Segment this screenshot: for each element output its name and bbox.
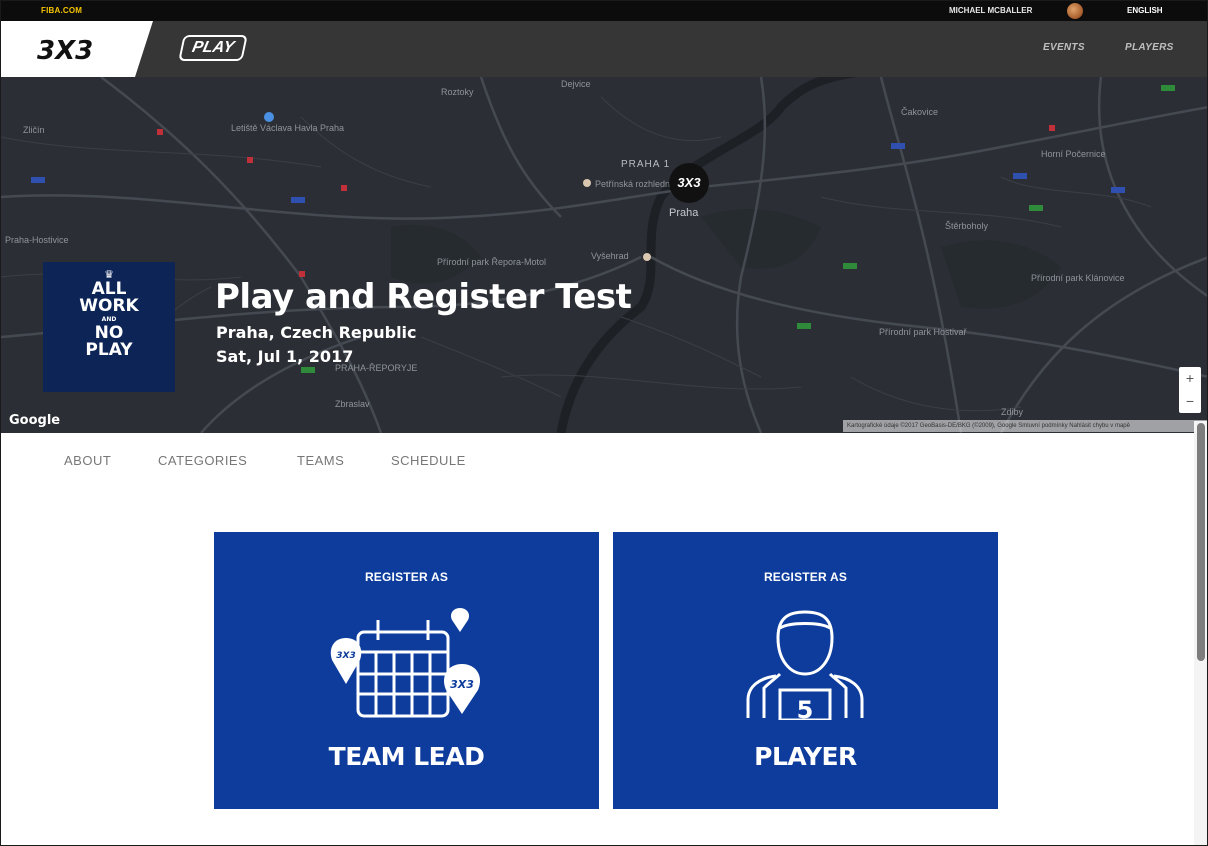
- event-map-marker[interactable]: 3X3: [669, 163, 709, 203]
- poster-line-2: WORK: [79, 296, 139, 316]
- main-navbar: 3X3 PLAY EVENTS PLAYERS: [1, 21, 1207, 77]
- map-label-park-motol: Přírodní park Řepora-Motol: [437, 257, 547, 267]
- user-name[interactable]: MICHAEL MCBALLER: [949, 6, 1032, 15]
- tab-categories[interactable]: CATEGORIES: [158, 453, 247, 468]
- tab-teams[interactable]: TEAMS: [297, 453, 344, 468]
- map-attribution[interactable]: Kartografické údaje ©2017 GeoBasis-DE/BK…: [843, 420, 1207, 432]
- nav-players[interactable]: PLAYERS: [1125, 42, 1174, 53]
- map-label-vysehrad: Vyšehrad: [591, 251, 629, 261]
- poster-line-5: PLAY: [85, 340, 133, 360]
- page: FIBA.COM MICHAEL MCBALLER ENGLISH Letišt…: [0, 0, 1208, 846]
- map-label-park-hostivar: Přírodní park Hostivař: [879, 327, 967, 337]
- scrollbar-thumb[interactable]: [1197, 423, 1205, 661]
- jersey-number: 5: [797, 696, 814, 720]
- play-logo[interactable]: PLAY: [178, 35, 248, 61]
- event-date: Sat, Jul 1, 2017: [216, 347, 354, 366]
- map-label-roztoky: Roztoky: [441, 87, 474, 97]
- player-jersey-icon: 5: [746, 610, 864, 720]
- map-label-praha: Praha: [669, 207, 699, 219]
- player-label: PLAYER: [754, 742, 857, 771]
- map-label-dejvice: Dejvice: [561, 79, 591, 89]
- map-label-zdiby: Zdiby: [1001, 407, 1024, 417]
- register-as-heading: REGISTER AS: [364, 570, 449, 584]
- register-team-lead-card[interactable]: REGISTER AS 3X3 3X3 TEAM LEAD: [214, 532, 599, 809]
- event-poster: ♛ ALL WORK AND NO PLAY: [43, 262, 175, 392]
- map-label-zbraslav: Zbraslav: [335, 399, 370, 409]
- team-calendar-icon: 3X3 3X3: [330, 608, 481, 718]
- page-scrollbar[interactable]: [1194, 421, 1207, 845]
- fiba-link[interactable]: FIBA.COM: [41, 6, 82, 15]
- event-map[interactable]: Letiště Václava Havla Praha Petřínská ro…: [1, 77, 1207, 433]
- top-utility-bar: FIBA.COM MICHAEL MCBALLER ENGLISH: [1, 1, 1207, 21]
- tab-schedule[interactable]: SCHEDULE: [391, 453, 466, 468]
- map-label-sterboholy: Štěrboholy: [945, 221, 989, 231]
- register-as-heading: REGISTER AS: [763, 570, 848, 584]
- map-label-park-klanovice: Přírodní park Klánovice: [1031, 273, 1125, 283]
- zoom-in-button[interactable]: +: [1179, 367, 1201, 390]
- team-lead-label: TEAM LEAD: [328, 742, 485, 771]
- 3x3-logo-text: 3X3: [37, 36, 93, 66]
- map-label-petrin: Petřínská rozhledna: [595, 179, 676, 189]
- language-selector[interactable]: ENGLISH: [1127, 6, 1163, 15]
- map-label-hostivice: Praha-Hostivice: [5, 235, 69, 245]
- svg-text:3X3: 3X3: [450, 678, 474, 691]
- event-tabs: ABOUT CATEGORIES TEAMS SCHEDULE: [1, 433, 1191, 489]
- google-logo: Google: [9, 413, 61, 428]
- svg-text:3X3: 3X3: [336, 651, 355, 661]
- map-label-cakovice: Čakovice: [901, 107, 939, 117]
- nav-events[interactable]: EVENTS: [1043, 42, 1085, 53]
- map-label-pocernice: Horní Počernice: [1041, 149, 1106, 159]
- user-avatar[interactable]: [1067, 3, 1083, 19]
- zoom-out-button[interactable]: −: [1179, 390, 1201, 413]
- map-label-zlicin: Zličín: [23, 125, 45, 135]
- register-player-card[interactable]: REGISTER AS 5 PLAYER: [613, 532, 998, 809]
- map-zoom-control: + −: [1179, 367, 1201, 413]
- tab-about[interactable]: ABOUT: [64, 453, 111, 468]
- map-label-praha-1: PRAHA 1: [621, 159, 671, 170]
- event-location: Praha, Czech Republic: [216, 323, 417, 342]
- map-label-airport: Letiště Václava Havla Praha: [231, 123, 345, 133]
- event-title: Play and Register Test: [215, 277, 632, 317]
- 3x3-logo[interactable]: 3X3: [1, 21, 153, 77]
